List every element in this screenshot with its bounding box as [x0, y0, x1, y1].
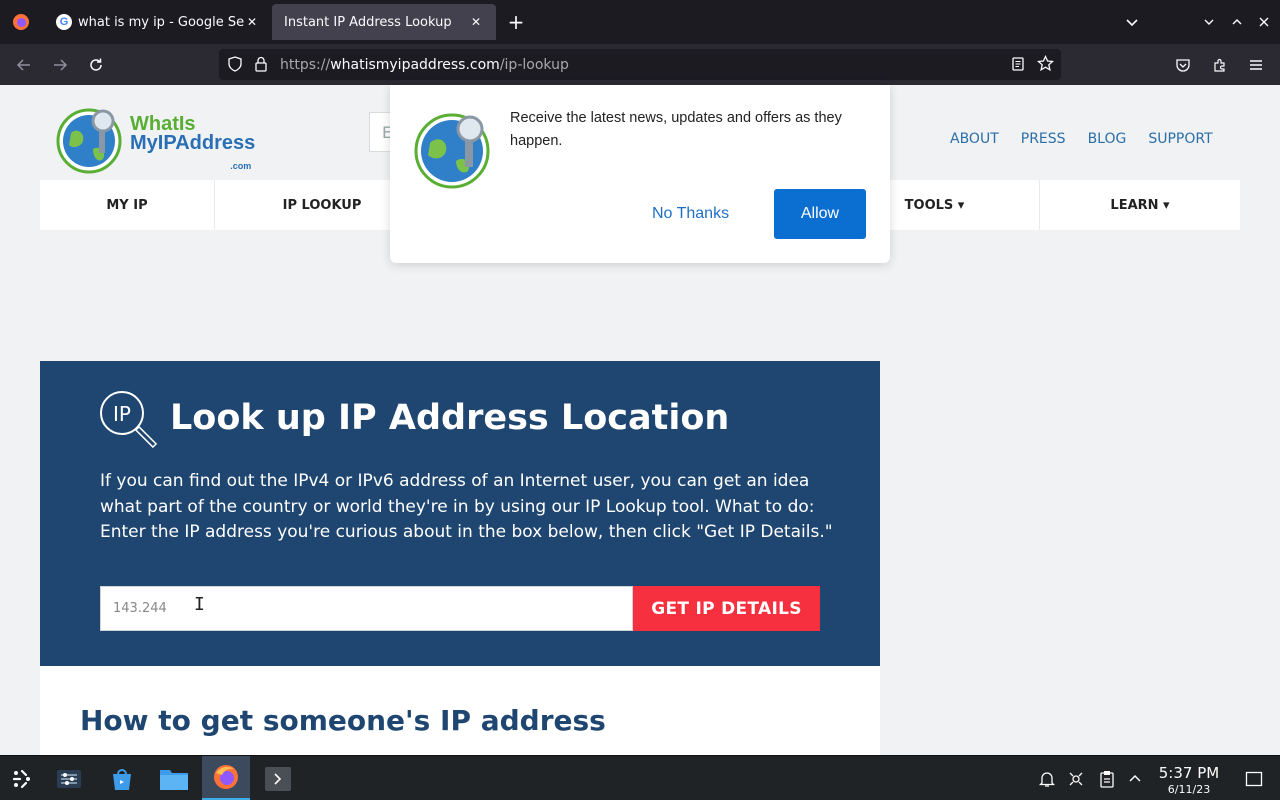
- list-all-tabs-icon[interactable]: [1120, 10, 1144, 34]
- clock-time: 5:37 PM: [1158, 764, 1220, 782]
- ip-magnifier-icon: IP: [100, 391, 158, 449]
- url-domain: whatismyipaddress.com: [330, 56, 500, 73]
- desktop-taskbar: 5:37 PM 6/11/23: [0, 755, 1280, 800]
- browser-tab-strip: G what is my ip - Google Sea ✕ Instant I…: [0, 0, 1280, 44]
- application-launcher-icon[interactable]: [5, 762, 39, 796]
- extensions-icon[interactable]: [1207, 52, 1233, 78]
- nav-my-ip[interactable]: MY IP: [40, 180, 215, 230]
- clock-date: 6/11/23: [1167, 783, 1211, 796]
- close-tab-icon[interactable]: ✕: [244, 15, 260, 29]
- logo-line2: MyIPAddress: [130, 132, 256, 154]
- notification-permission-popup: Receive the latest news, updates and off…: [390, 85, 890, 263]
- get-ip-details-button[interactable]: GET IP DETAILS: [633, 586, 820, 631]
- site-logo[interactable]: WhatIs MyIPAddress .com: [55, 103, 265, 175]
- window-minimize-icon[interactable]: [1197, 10, 1221, 34]
- text-cursor-icon: I: [194, 594, 205, 615]
- url-prefix: https://: [280, 56, 331, 73]
- notifications-bell-icon[interactable]: [1036, 768, 1058, 790]
- system-settings-icon[interactable]: [52, 762, 86, 796]
- nav-learn[interactable]: LEARN ▾: [1040, 180, 1240, 230]
- ip-icon-text: IP: [113, 402, 131, 426]
- system-clock[interactable]: 5:37 PM 6/11/23: [1152, 764, 1226, 796]
- ip-lookup-hero: IP Look up IP Address Location If you ca…: [40, 361, 880, 666]
- window-maximize-icon[interactable]: [1225, 10, 1249, 34]
- firefox-menu-icon[interactable]: [0, 0, 42, 44]
- browser-toolbar: https://whatismyipaddress.com/ip-lookup: [0, 44, 1280, 85]
- ip-address-input[interactable]: 143.244: [100, 586, 633, 631]
- tray-expand-chevron-icon[interactable]: [1124, 768, 1146, 790]
- globe-magnifier-icon: [414, 113, 490, 189]
- tab-title: Instant IP Address Lookup: [284, 14, 452, 30]
- back-arrow-icon[interactable]: [11, 52, 37, 78]
- discover-store-icon[interactable]: [105, 762, 139, 796]
- url-text[interactable]: https://whatismyipaddress.com/ip-lookup: [280, 57, 569, 73]
- hero-title: Look up IP Address Location: [170, 398, 730, 438]
- reload-icon[interactable]: [83, 52, 109, 78]
- globe-magnifier-icon: [56, 108, 122, 174]
- show-desktop-icon[interactable]: [1243, 768, 1265, 790]
- tracking-shield-icon[interactable]: [227, 56, 243, 76]
- url-path: /ip-lookup: [499, 56, 569, 73]
- top-links: ABOUT PRESS BLOG SUPPORT: [950, 131, 1213, 147]
- article-section: How to get someone's IP address: [40, 666, 880, 755]
- google-favicon-icon: G: [56, 14, 72, 30]
- new-tab-icon[interactable]: +: [504, 10, 528, 34]
- tab-title: what is my ip - Google Sea: [78, 14, 244, 30]
- window-close-icon[interactable]: [1252, 10, 1276, 34]
- file-manager-icon[interactable]: [157, 762, 191, 796]
- address-bar[interactable]: https://whatismyipaddress.com/ip-lookup: [219, 49, 1061, 80]
- allow-button[interactable]: Allow: [774, 189, 866, 239]
- popup-message: Receive the latest news, updates and off…: [510, 110, 842, 149]
- link-support[interactable]: SUPPORT: [1148, 131, 1212, 147]
- no-thanks-button[interactable]: No Thanks: [638, 189, 743, 239]
- firefox-taskbar-icon[interactable]: [202, 756, 250, 800]
- close-tab-icon[interactable]: ✕: [468, 15, 484, 29]
- section-heading: How to get someone's IP address: [80, 704, 606, 737]
- clipboard-icon[interactable]: [1096, 768, 1118, 790]
- tab-google-search[interactable]: G what is my ip - Google Sea ✕: [44, 0, 272, 44]
- logo-suffix: .com: [230, 161, 252, 171]
- pocket-icon[interactable]: [1170, 52, 1196, 78]
- terminal-icon[interactable]: [261, 762, 295, 796]
- network-icon[interactable]: [1065, 768, 1087, 790]
- hero-description: If you can find out the IPv4 or IPv6 add…: [100, 471, 833, 542]
- reader-view-icon[interactable]: [1010, 56, 1026, 76]
- link-blog[interactable]: BLOG: [1088, 131, 1127, 147]
- logo-wordmark: WhatIs MyIPAddress .com: [130, 114, 256, 171]
- lock-icon[interactable]: [254, 56, 268, 76]
- link-about[interactable]: ABOUT: [950, 131, 999, 147]
- tab-ip-lookup[interactable]: Instant IP Address Lookup ✕: [272, 4, 496, 40]
- forward-arrow-icon[interactable]: [47, 52, 73, 78]
- hamburger-menu-icon[interactable]: [1243, 52, 1269, 78]
- bookmark-star-icon[interactable]: [1036, 54, 1055, 76]
- link-press[interactable]: PRESS: [1021, 131, 1066, 147]
